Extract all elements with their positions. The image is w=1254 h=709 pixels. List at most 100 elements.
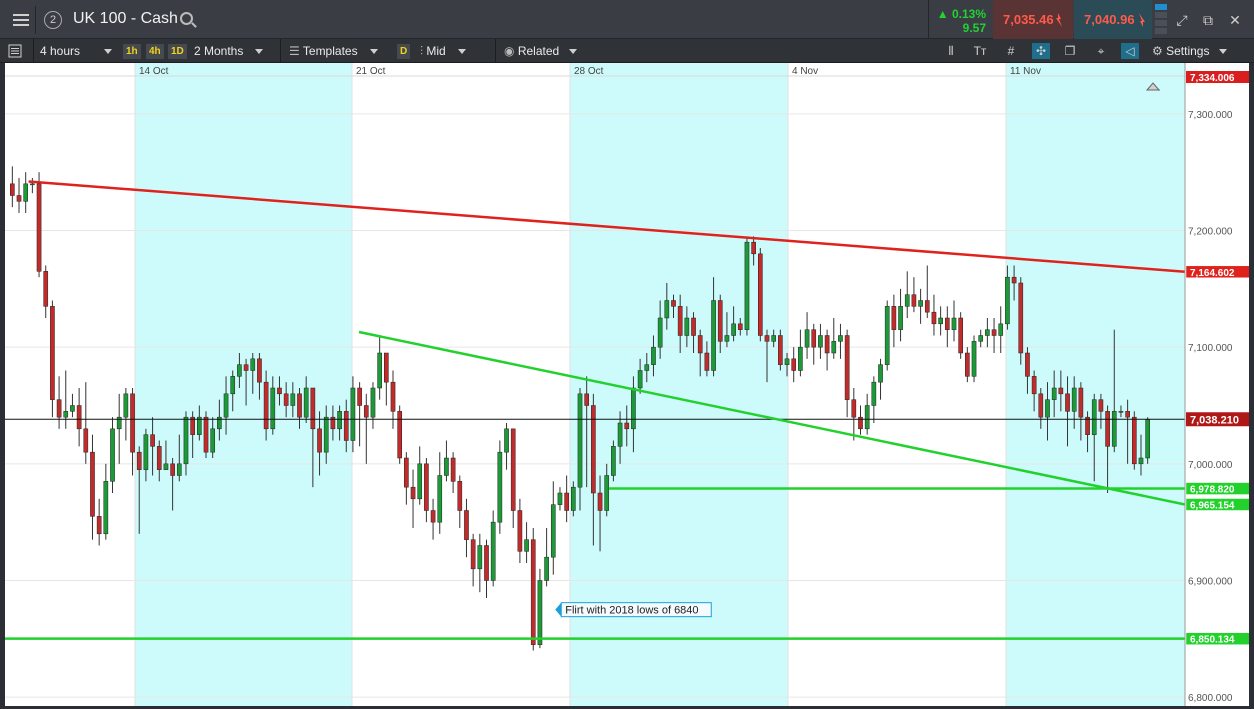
candle-down[interactable] (130, 393, 135, 453)
candle-up[interactable] (490, 521, 496, 581)
candle-up[interactable] (237, 364, 242, 377)
candle-down[interactable] (384, 352, 389, 383)
candle-up[interactable] (163, 463, 169, 470)
d-badge[interactable]: D (397, 44, 411, 59)
candle-down[interactable] (1065, 393, 1070, 412)
candle-down[interactable] (1105, 411, 1110, 447)
candle-up[interactable] (143, 434, 149, 470)
crosshair-icon[interactable]: ✣ (1032, 43, 1050, 59)
candle-up[interactable] (604, 475, 610, 511)
candle-down[interactable] (1031, 376, 1037, 395)
candle-down[interactable] (1125, 411, 1130, 418)
candle-down[interactable] (1038, 393, 1044, 418)
candle-down[interactable] (958, 317, 963, 354)
candle-up[interactable] (1091, 399, 1097, 435)
list-icon[interactable] (8, 39, 28, 63)
candle-up[interactable] (477, 545, 483, 570)
candle-down[interactable] (457, 481, 463, 511)
candle-up[interactable] (744, 241, 750, 330)
candle-down[interactable] (470, 539, 476, 570)
candle-up[interactable] (998, 323, 1004, 336)
instrument-title[interactable]: UK 100 - Cash (73, 10, 178, 28)
candle-up[interactable] (1138, 457, 1144, 465)
candlestick-chart-svg[interactable]: 6,800.000 6,900.000 7,000.000 7,100.000 7,20… (5, 63, 1249, 706)
candle-down[interactable] (944, 317, 950, 330)
candle-down[interactable] (10, 183, 15, 196)
candle-up[interactable] (1111, 411, 1117, 447)
candle-up[interactable] (904, 294, 910, 307)
candle-down[interactable] (778, 335, 783, 365)
candle-up[interactable] (771, 335, 776, 342)
candle-down[interactable] (136, 451, 142, 470)
candle-down[interactable] (791, 358, 797, 371)
candle-down[interactable] (757, 253, 763, 336)
candle-down[interactable] (56, 399, 62, 418)
candle-down[interactable] (1025, 352, 1030, 377)
candle-down[interactable] (76, 405, 82, 430)
candle-up[interactable] (724, 335, 730, 342)
candle-down[interactable] (965, 352, 970, 377)
candle-down[interactable] (397, 411, 403, 459)
candle-up[interactable] (444, 457, 449, 476)
popout-icon[interactable]: ⧉ (1200, 12, 1216, 28)
candle-down[interactable] (297, 393, 302, 418)
candle-up[interactable] (417, 463, 423, 500)
candle-down[interactable] (824, 335, 830, 354)
templates-select[interactable]: ☰ Templates (280, 39, 390, 63)
candle-up[interactable] (651, 346, 656, 365)
candle-up[interactable] (103, 481, 109, 535)
candle-up[interactable] (176, 463, 182, 476)
candle-down[interactable] (170, 463, 175, 476)
candle-up[interactable] (1045, 399, 1050, 418)
candle-up[interactable] (537, 580, 543, 645)
buy-button[interactable]: 7,040.96 (1074, 0, 1152, 39)
candle-up[interactable] (504, 428, 509, 453)
candle-down[interactable] (564, 492, 569, 511)
candle-up[interactable] (1118, 411, 1124, 413)
candle-up[interactable] (323, 416, 329, 453)
candle-down[interactable] (96, 516, 102, 535)
candle-up[interactable] (985, 329, 990, 336)
candle-down[interactable] (1085, 416, 1090, 435)
candle-down[interactable] (343, 411, 349, 441)
candle-up[interactable] (971, 341, 977, 377)
market-depth-icon[interactable] (1155, 4, 1167, 36)
candle-down[interactable] (844, 335, 850, 400)
candle-down[interactable] (156, 446, 162, 470)
candle-up[interactable] (711, 300, 716, 371)
candle-up[interactable] (657, 317, 663, 348)
candle-down[interactable] (283, 393, 289, 406)
candle-up[interactable] (898, 306, 903, 330)
candle-down[interactable] (410, 486, 416, 500)
candle-up[interactable] (938, 317, 943, 325)
candle-down[interactable] (464, 510, 469, 540)
candle-down[interactable] (450, 457, 456, 482)
candle-down[interactable] (891, 306, 897, 330)
candle-down[interactable] (50, 306, 55, 400)
sell-button[interactable]: 7,035.46 (993, 0, 1073, 39)
candle-up[interactable] (23, 183, 29, 202)
candle-up[interactable] (1145, 419, 1150, 459)
indicators-icon[interactable]: ⫴ (942, 43, 960, 59)
candle-up[interactable] (1005, 276, 1010, 325)
close-icon[interactable]: ✕ (1227, 12, 1243, 28)
candle-down[interactable] (677, 306, 683, 336)
candle-up[interactable] (210, 428, 216, 453)
candle-down[interactable] (530, 539, 536, 645)
candle-up[interactable] (1051, 387, 1057, 400)
candle-up[interactable] (370, 387, 376, 418)
candle-up[interactable] (918, 300, 923, 307)
candle-up[interactable] (544, 556, 549, 581)
candle-down[interactable] (1018, 282, 1024, 354)
candle-down[interactable] (510, 428, 516, 511)
candle-down[interactable] (1011, 276, 1017, 284)
expand-icon[interactable]: ⤢ (1174, 12, 1190, 28)
candle-up[interactable] (631, 387, 636, 430)
candle-down[interactable] (1098, 399, 1104, 412)
candle-down[interactable] (597, 492, 603, 511)
candle-up[interactable] (197, 416, 202, 435)
candle-down[interactable] (911, 294, 917, 307)
candle-up[interactable] (250, 358, 256, 371)
candle-down[interactable] (704, 352, 710, 371)
candle-up[interactable] (951, 317, 957, 330)
